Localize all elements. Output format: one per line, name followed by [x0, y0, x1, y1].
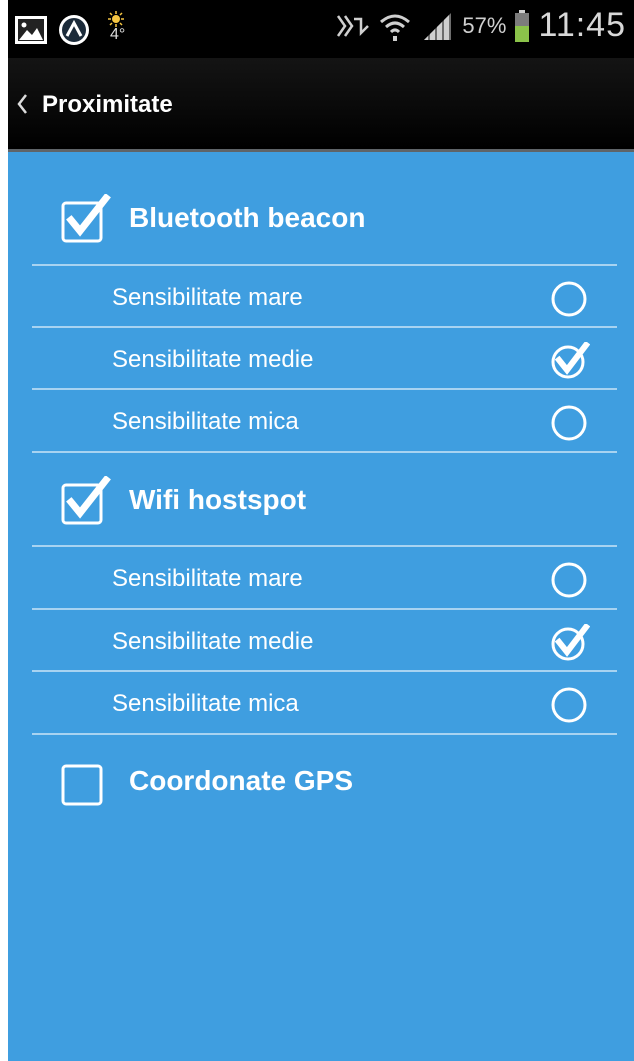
- option-row-wifi-mare[interactable]: Sensibilitate mare: [8, 548, 634, 610]
- app-notification-icon: [59, 15, 89, 45]
- gallery-notification-icon: [15, 16, 47, 44]
- option-row-bluetooth-mica[interactable]: Sensibilitate mica: [8, 391, 634, 453]
- option-label: Sensibilitate medie: [112, 346, 314, 373]
- status-bar: 4° 57% 11:45: [8, 0, 634, 58]
- option-row-bluetooth-mare[interactable]: Sensibilitate mare: [8, 267, 634, 329]
- signal-icon: [424, 12, 452, 40]
- temperature-text: 4°: [110, 26, 126, 43]
- group-header-wifi-hostspot[interactable]: Wifi hostspot: [8, 468, 634, 532]
- option-label: Sensibilitate mica: [112, 408, 299, 435]
- divider: [32, 388, 617, 390]
- divider: [32, 326, 617, 328]
- option-row-bluetooth-medie[interactable]: Sensibilitate medie: [8, 329, 634, 391]
- app-bar: Proximitate: [8, 58, 634, 152]
- radio-unselected-icon[interactable]: [550, 404, 588, 442]
- settings-content: Bluetooth beacon Sensibilitate mare Sens…: [8, 152, 634, 1061]
- divider: [32, 733, 617, 735]
- checkbox-bluetooth-beacon-checked-icon[interactable]: [60, 194, 112, 246]
- divider: [32, 264, 617, 266]
- checkbox-wifi-hostspot-checked-icon[interactable]: [60, 476, 112, 528]
- group-title-wifi-hostspot: Wifi hostspot: [129, 484, 307, 515]
- option-label: Sensibilitate mare: [112, 284, 303, 311]
- weather-temperature: 4°: [100, 10, 130, 50]
- option-label: Sensibilitate medie: [112, 628, 314, 655]
- radio-selected-check-icon[interactable]: [550, 342, 590, 380]
- radio-unselected-icon[interactable]: [550, 280, 588, 318]
- battery-icon: [515, 9, 530, 42]
- radio-unselected-icon[interactable]: [550, 686, 588, 724]
- wifi-icon: [380, 14, 411, 41]
- radio-selected-check-icon[interactable]: [550, 624, 590, 662]
- option-label: Sensibilitate mare: [112, 565, 303, 592]
- divider: [32, 451, 617, 453]
- option-row-wifi-medie[interactable]: Sensibilitate medie: [8, 611, 634, 673]
- nfc-icon: [337, 14, 370, 37]
- divider: [32, 545, 617, 547]
- group-title-coordonate-gps: Coordonate GPS: [129, 765, 354, 796]
- status-right-icons: 57% 11:45: [336, 6, 626, 45]
- back-chevron-icon[interactable]: [16, 93, 28, 115]
- page-title[interactable]: Proximitate: [42, 91, 173, 119]
- group-header-bluetooth-beacon[interactable]: Bluetooth beacon: [8, 186, 634, 250]
- option-row-wifi-mica[interactable]: Sensibilitate mica: [8, 673, 634, 735]
- group-title-bluetooth-beacon: Bluetooth beacon: [129, 202, 366, 233]
- option-label: Sensibilitate mica: [112, 690, 299, 717]
- clock-text: 11:45: [538, 6, 626, 44]
- checkbox-coordonate-gps-unchecked-icon[interactable]: [60, 757, 112, 809]
- status-left-icons: 4°: [14, 10, 130, 50]
- divider: [32, 670, 617, 672]
- radio-unselected-icon[interactable]: [550, 561, 588, 599]
- divider: [32, 608, 617, 610]
- group-header-coordonate-gps[interactable]: Coordonate GPS: [8, 749, 634, 813]
- battery-percent-text: 57%: [462, 12, 507, 38]
